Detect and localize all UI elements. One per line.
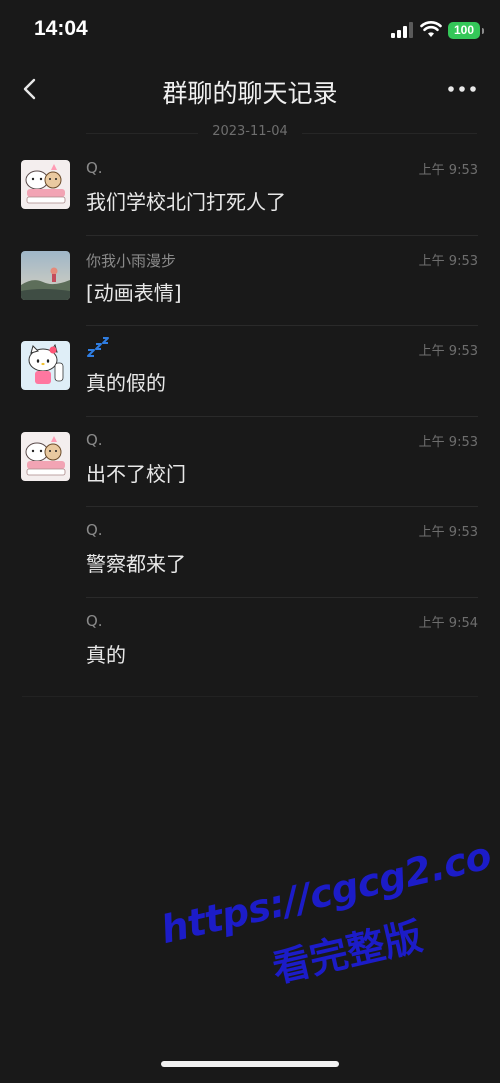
message-sender: Q. xyxy=(86,159,103,177)
message-item[interactable]: Q. 上午 9:53 我们学校北门打死人了 xyxy=(0,145,500,236)
home-indicator[interactable] xyxy=(161,1061,339,1067)
message-text[interactable]: 真的 xyxy=(86,639,126,668)
message-sender: Q. xyxy=(86,521,103,540)
message-time: 上午 9:54 xyxy=(418,615,478,631)
date-separator-line xyxy=(86,133,198,134)
status-bar: 14:04 100 xyxy=(0,0,500,60)
list-end-divider xyxy=(22,696,478,697)
message-item[interactable]: 上午 9:53 真的假的 xyxy=(0,326,500,417)
battery-icon: 100 xyxy=(448,22,484,39)
hello-kitty-avatar[interactable] xyxy=(21,341,70,391)
message-item[interactable]: Q. 上午 9:54 真的 xyxy=(0,598,500,689)
message-text[interactable]: 我们学校北门打死人了 xyxy=(86,186,286,215)
cat-bear-avatar[interactable] xyxy=(21,431,70,481)
landscape-avatar[interactable] xyxy=(21,250,70,300)
message-text[interactable]: [动画表情] xyxy=(86,277,182,306)
message-time: 上午 9:53 xyxy=(418,434,478,450)
message-sender: 你我小雨漫步 xyxy=(86,251,177,270)
message-text[interactable]: 出不了校门 xyxy=(86,458,186,487)
sleep-zzz-icon xyxy=(87,337,109,358)
wifi-icon xyxy=(420,21,442,37)
date-separator: 2023-11-04 xyxy=(0,124,500,142)
message-sender: Q. xyxy=(86,430,103,449)
message-time: 上午 9:53 xyxy=(418,525,478,541)
message-time: 上午 9:53 xyxy=(418,344,478,360)
nav-bar: 群聊的聊天记录 xyxy=(0,60,500,120)
cellular-signal-icon xyxy=(391,22,413,38)
watermark: https://cgcg2.co 看完整版 xyxy=(150,804,500,1036)
message-time: 上午 9:53 xyxy=(418,253,478,269)
more-ellipsis-icon[interactable] xyxy=(444,76,480,102)
message-list: Q. 上午 9:53 我们学校北门打死人了 你我小雨漫步 上午 9:53 [动画… xyxy=(0,145,500,689)
message-sender: Q. xyxy=(86,611,103,630)
date-separator-line xyxy=(302,133,477,134)
message-item[interactable]: Q. 上午 9:53 警察都来了 xyxy=(0,507,500,598)
message-item[interactable]: 你我小雨漫步 上午 9:53 [动画表情] xyxy=(0,236,500,327)
date-label: 2023-11-04 xyxy=(204,124,296,139)
page-title: 群聊的聊天记录 xyxy=(162,79,338,108)
message-text[interactable]: 真的假的 xyxy=(86,367,166,396)
message-time: 上午 9:53 xyxy=(418,163,478,178)
message-text[interactable]: 警察都来了 xyxy=(86,548,186,577)
cat-bear-avatar[interactable] xyxy=(21,160,70,209)
status-time: 14:04 xyxy=(34,17,88,40)
message-item[interactable]: Q. 上午 9:53 出不了校门 xyxy=(0,417,500,508)
